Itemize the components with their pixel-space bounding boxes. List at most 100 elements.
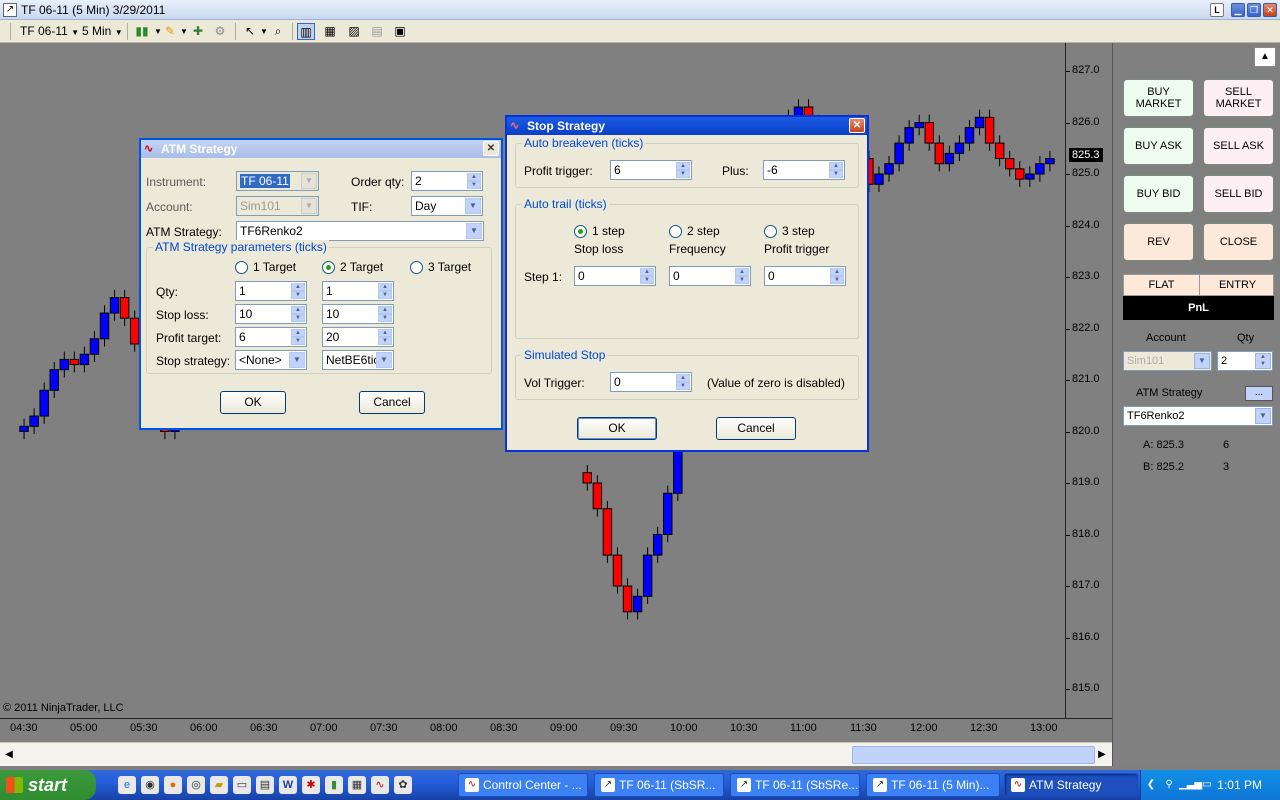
chevron-down-icon[interactable]: ▼ bbox=[301, 198, 317, 214]
chevron-down-icon[interactable]: ▼ bbox=[466, 223, 482, 239]
task-chart-3[interactable]: ↗ TF 06-11 (5 Min)... bbox=[866, 773, 1000, 797]
spinner-icon[interactable]: ▲ ▼ bbox=[291, 329, 305, 345]
step1-profit-trigger-stepper[interactable]: 0 ▲ ▼ bbox=[764, 266, 846, 286]
window-icon[interactable]: ▭ bbox=[233, 776, 251, 794]
spinner-icon[interactable]: ▲ ▼ bbox=[291, 283, 305, 299]
spinner-icon[interactable]: ▲ ▼ bbox=[640, 268, 654, 284]
atm-strategy-select[interactable]: TF6Renko2 ▼ bbox=[1123, 406, 1273, 426]
close-window-button[interactable]: ✕ bbox=[1263, 3, 1277, 17]
signal-icon[interactable]: ▁▃▅ bbox=[1179, 777, 1202, 793]
order-qty-stepper[interactable]: 2 ▲ ▼ bbox=[411, 171, 483, 191]
chart-icon[interactable]: ▮ bbox=[325, 776, 343, 794]
spinner-icon[interactable]: ▲ ▼ bbox=[829, 162, 843, 178]
close-position-button[interactable]: CLOSE bbox=[1203, 223, 1274, 261]
target1-stop-loss-stepper[interactable]: 10 ▲ ▼ bbox=[235, 304, 307, 324]
chevron-down-icon[interactable]: ▼ bbox=[376, 352, 392, 368]
close-icon[interactable]: ✕ bbox=[483, 141, 499, 156]
spinner-icon[interactable]: ▲ ▼ bbox=[676, 162, 690, 178]
buy-bid-button[interactable]: BUY BID bbox=[1123, 175, 1194, 213]
two-step-radio[interactable] bbox=[669, 225, 682, 238]
chevron-down-icon[interactable]: ▼ bbox=[1194, 353, 1210, 369]
reverse-button[interactable]: REV bbox=[1123, 223, 1194, 261]
chevron-down-icon[interactable]: ▼ bbox=[289, 352, 305, 368]
sell-ask-button[interactable]: SELL ASK bbox=[1203, 127, 1274, 165]
link-button[interactable]: L bbox=[1210, 3, 1224, 17]
target2-stop-loss-stepper[interactable]: 10 ▲ ▼ bbox=[322, 304, 394, 324]
spinner-icon[interactable]: ▲ ▼ bbox=[735, 268, 749, 284]
print-icon[interactable]: ▤ bbox=[368, 23, 386, 40]
one-step-radio[interactable] bbox=[574, 225, 587, 238]
one-target-radio[interactable] bbox=[235, 261, 248, 274]
step1-frequency-stepper[interactable]: 0 ▲ ▼ bbox=[669, 266, 751, 286]
spinner-icon[interactable]: ▲ ▼ bbox=[378, 329, 392, 345]
stop-ok-button[interactable]: OK bbox=[577, 417, 657, 440]
scroll-left-icon[interactable]: ◀ bbox=[2, 747, 16, 763]
firefox-icon[interactable]: ● bbox=[164, 776, 182, 794]
three-target-radio[interactable] bbox=[410, 261, 423, 274]
add-indicator-icon[interactable]: ✚ bbox=[189, 23, 207, 40]
chevron-down-icon[interactable]: ▼ bbox=[301, 173, 317, 189]
interval-selector[interactable]: 5 Min ▼ bbox=[82, 23, 123, 40]
atm-ok-button[interactable]: OK bbox=[220, 391, 286, 414]
data-box-icon[interactable]: ▦ bbox=[321, 23, 339, 40]
step1-stop-loss-stepper[interactable]: 0 ▲ ▼ bbox=[574, 266, 656, 286]
sell-market-button[interactable]: SELL MARKET bbox=[1203, 79, 1274, 117]
ie-icon[interactable]: e bbox=[118, 776, 136, 794]
plus-stepper[interactable]: -6 ▲ ▼ bbox=[763, 160, 845, 180]
task-atm-strategy[interactable]: ∿ ATM Strategy bbox=[1004, 773, 1138, 797]
chevron-left-icon[interactable]: ❮ bbox=[1143, 777, 1159, 793]
minimize-button[interactable]: ▁ bbox=[1231, 3, 1245, 17]
ninjatrader-icon[interactable]: ∿ bbox=[371, 776, 389, 794]
close-icon[interactable]: ✕ bbox=[849, 118, 865, 133]
maximize-button[interactable]: ❐ bbox=[1247, 3, 1261, 17]
target1-qty-stepper[interactable]: 1 ▲ ▼ bbox=[235, 281, 307, 301]
instrument-select[interactable]: TF 06-11 ▼ bbox=[236, 171, 319, 191]
sell-bid-button[interactable]: SELL BID bbox=[1203, 175, 1274, 213]
target1-profit-target-stepper[interactable]: 6 ▲ ▼ bbox=[235, 327, 307, 347]
target2-profit-target-stepper[interactable]: 20 ▲ ▼ bbox=[322, 327, 394, 347]
app-icon[interactable]: ✿ bbox=[394, 776, 412, 794]
buy-market-button[interactable]: BUY MARKET bbox=[1123, 79, 1194, 117]
two-target-radio[interactable] bbox=[322, 261, 335, 274]
atm-properties-button[interactable]: ... bbox=[1245, 386, 1273, 401]
task-chart-2[interactable]: ↗ TF 06-11 (SbSRe... bbox=[730, 773, 860, 797]
vol-trigger-stepper[interactable]: 0 ▲ ▼ bbox=[610, 372, 692, 392]
spinner-icon[interactable]: ▲ ▼ bbox=[378, 306, 392, 322]
spinner-icon[interactable]: ▲ ▼ bbox=[1255, 353, 1271, 369]
spinner-icon[interactable]: ▲ ▼ bbox=[378, 283, 392, 299]
strategy-icon[interactable]: ⚙ bbox=[211, 23, 229, 40]
network-icon[interactable]: ⚲ bbox=[1161, 777, 1177, 793]
spinner-icon[interactable]: ▲ ▼ bbox=[291, 306, 305, 322]
spinner-icon[interactable]: ▲ ▼ bbox=[830, 268, 844, 284]
qty-stepper[interactable]: 2 ▲ ▼ bbox=[1217, 351, 1273, 371]
horizontal-scrollbar[interactable]: ◀ ▶ bbox=[0, 742, 1112, 766]
properties-icon[interactable]: ▣ bbox=[391, 23, 409, 40]
scroll-thumb[interactable] bbox=[852, 746, 1095, 764]
target1-stop-strategy-select[interactable]: <None> ▼ bbox=[235, 350, 307, 370]
buy-ask-button[interactable]: BUY ASK bbox=[1123, 127, 1194, 165]
task-chart-1[interactable]: ↗ TF 06-11 (SbSR... bbox=[594, 773, 724, 797]
account-select[interactable]: Sim101 ▼ bbox=[236, 196, 319, 216]
app-icon[interactable]: ▤ bbox=[256, 776, 274, 794]
spreadsheet-icon[interactable]: ▦ bbox=[348, 776, 366, 794]
app-icon[interactable]: ◎ bbox=[187, 776, 205, 794]
image-icon[interactable]: ▨ bbox=[345, 23, 363, 40]
monitor-icon[interactable]: ▭ bbox=[1199, 777, 1215, 793]
task-control-center[interactable]: ∿ Control Center - ... bbox=[458, 773, 588, 797]
word-icon[interactable]: W bbox=[279, 776, 297, 794]
chevron-down-icon[interactable]: ▼ bbox=[1255, 408, 1271, 424]
folder-icon[interactable]: ▰ bbox=[210, 776, 228, 794]
spinner-icon[interactable]: ▲ ▼ bbox=[676, 374, 690, 390]
stop-cancel-button[interactable]: Cancel bbox=[716, 417, 796, 440]
three-step-radio[interactable] bbox=[764, 225, 777, 238]
app-icon[interactable]: ◉ bbox=[141, 776, 159, 794]
account-select[interactable]: Sim101 ▼ bbox=[1123, 351, 1212, 371]
target2-qty-stepper[interactable]: 1 ▲ ▼ bbox=[322, 281, 394, 301]
collapse-panel-icon[interactable]: ▲ bbox=[1254, 47, 1276, 67]
app-icon[interactable]: ✱ bbox=[302, 776, 320, 794]
spinner-icon[interactable]: ▲ ▼ bbox=[467, 173, 481, 189]
zoom-icon[interactable]: ⌕ bbox=[269, 23, 287, 40]
start-button[interactable]: start bbox=[0, 770, 96, 800]
instrument-selector[interactable]: TF 06-11 ▼ bbox=[20, 23, 79, 40]
atm-cancel-button[interactable]: Cancel bbox=[359, 391, 425, 414]
